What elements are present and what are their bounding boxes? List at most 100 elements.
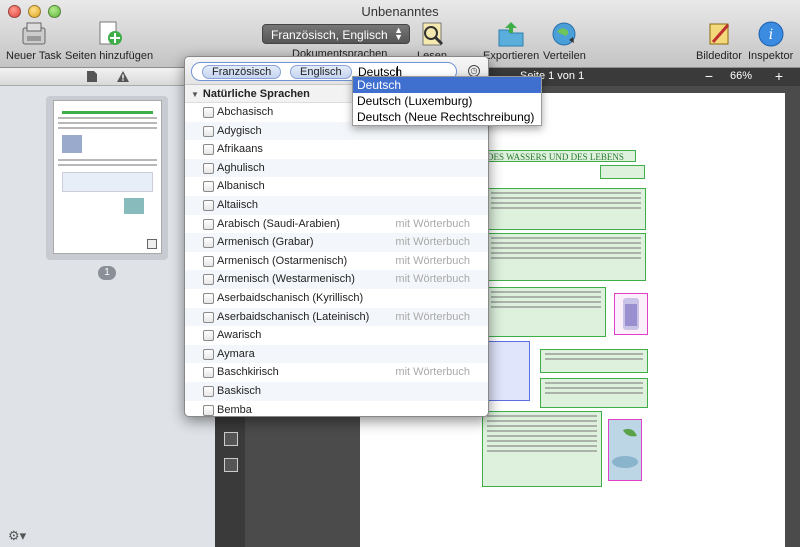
page-badge-icon	[147, 239, 157, 249]
language-autocomplete: Deutsch Deutsch (Luxemburg) Deutsch (Neue …	[352, 76, 542, 126]
language-row[interactable]: Baschkirisch mit Wörterbuch	[185, 363, 488, 382]
language-checkbox[interactable]	[203, 181, 214, 193]
language-name: Armenisch (Westarmenisch)	[217, 273, 355, 286]
language-checkbox[interactable]	[203, 311, 214, 323]
language-checkbox[interactable]	[203, 404, 214, 416]
minimize-window-button[interactable]	[28, 5, 41, 18]
window-title: Unbenanntes	[361, 4, 439, 19]
language-row[interactable]: Armenisch (Grabar) mit Wörterbuch	[185, 233, 488, 252]
language-row[interactable]: Armenisch (Ostarmenisch) mit Wörterbuch	[185, 252, 488, 271]
language-row[interactable]: Aymara	[185, 344, 488, 364]
zoom-level[interactable]: 66%	[730, 70, 752, 82]
share-icon	[549, 20, 579, 48]
export-icon	[496, 20, 526, 48]
language-row[interactable]: Albanisch	[185, 177, 488, 196]
language-row[interactable]: Baskisch	[185, 381, 488, 401]
gear-icon[interactable]: ⚙▾	[8, 528, 26, 544]
language-checkbox[interactable]	[203, 385, 214, 397]
image-editor-label: Bildeditor	[696, 50, 742, 62]
image-editor-button[interactable]: Bildeditor	[696, 20, 742, 62]
language-row[interactable]: Aghulisch	[185, 158, 488, 178]
language-name: Bemba	[217, 403, 252, 416]
add-pages-button[interactable]: Seiten hinzufügen	[65, 20, 153, 62]
page-heading: DES WASSERS UND DES LEBENS	[487, 152, 624, 162]
dictionary-label: mit Wörterbuch	[395, 254, 470, 267]
language-token-englisch[interactable]: Englisch	[290, 65, 352, 79]
language-name: Aserbaidschanisch (Kyrillisch)	[217, 291, 364, 304]
language-checkbox[interactable]	[203, 274, 214, 286]
text-zone[interactable]	[486, 188, 646, 230]
picture-zone[interactable]	[614, 293, 648, 335]
warning-icon[interactable]	[116, 70, 130, 86]
picture-zone[interactable]	[608, 419, 642, 481]
language-name: Armenisch (Ostarmenisch)	[217, 254, 348, 267]
sidebar-toolbar	[0, 68, 215, 86]
autocomplete-item[interactable]: Deutsch (Neue Rechtschreibung)	[353, 109, 541, 125]
new-task-button[interactable]: Neuer Task	[6, 20, 61, 62]
language-checkbox[interactable]	[203, 237, 214, 249]
document-language-value: Französisch, Englisch	[271, 28, 388, 42]
add-pages-label: Seiten hinzufügen	[65, 50, 154, 62]
language-name: Aghulisch	[217, 161, 265, 174]
zoom-out-button[interactable]: −	[700, 69, 718, 84]
language-checkbox[interactable]	[203, 144, 214, 156]
text-zone[interactable]	[540, 349, 648, 373]
language-checkbox[interactable]	[203, 255, 214, 267]
text-zone[interactable]	[486, 233, 646, 281]
table-tool-icon[interactable]	[224, 432, 238, 446]
close-window-button[interactable]	[8, 5, 21, 18]
language-row[interactable]: Bemba	[185, 401, 488, 417]
text-zone[interactable]	[540, 378, 648, 408]
document-language-select[interactable]: Französisch, Englisch ▲ ▼	[262, 24, 410, 44]
language-name: Abchasisch	[217, 106, 274, 118]
export-label: Exportieren	[483, 50, 540, 62]
image-editor-icon	[704, 20, 734, 48]
page-view-icon[interactable]	[86, 70, 98, 86]
autocomplete-item[interactable]: Deutsch (Luxemburg)	[353, 93, 541, 109]
select-arrows-icon: ▲ ▼	[394, 25, 403, 42]
language-checkbox[interactable]	[203, 199, 214, 211]
language-checkbox[interactable]	[203, 330, 214, 342]
inspector-label: Inspektor	[748, 50, 794, 62]
language-checkbox[interactable]	[203, 218, 214, 230]
language-checkbox[interactable]	[203, 292, 214, 304]
language-token-franzoesisch[interactable]: Französisch	[202, 65, 282, 79]
heading-zone[interactable]: DES WASSERS UND DES LEBENS	[486, 150, 636, 162]
text-zone[interactable]	[482, 411, 602, 487]
svg-text:i: i	[768, 27, 772, 43]
language-row[interactable]: Arabisch (Saudi-Arabien) mit Wörterbuch	[185, 215, 488, 234]
disclosure-triangle-icon[interactable]: ▼	[191, 86, 199, 104]
language-row[interactable]: Aserbaidschanisch (Kyrillisch)	[185, 289, 488, 308]
export-button[interactable]: Exportieren	[483, 20, 539, 62]
text-zone[interactable]	[486, 287, 606, 337]
page-number-badge: 1	[98, 266, 116, 280]
page-thumbnail[interactable]	[53, 100, 162, 254]
inspector-button[interactable]: i Inspektor	[748, 20, 793, 62]
language-name: Awarisch	[217, 329, 262, 342]
autocomplete-item[interactable]: Deutsch	[353, 77, 541, 93]
language-row[interactable]: Aserbaidschanisch (Lateinisch) mit Wörter…	[185, 307, 488, 327]
language-checkbox[interactable]	[203, 125, 214, 137]
language-row[interactable]: Altaiisch	[185, 195, 488, 215]
share-button[interactable]: Verteilen	[543, 20, 586, 62]
dictionary-label: mit Wörterbuch	[395, 273, 470, 286]
language-name: Altaiisch	[217, 198, 258, 211]
language-name: Baschkirisch	[217, 366, 279, 379]
table-zone[interactable]	[482, 341, 530, 401]
dictionary-label: mit Wörterbuch	[395, 310, 470, 323]
language-row[interactable]: Armenisch (Westarmenisch) mit Wörterbuch	[185, 270, 488, 289]
language-checkbox[interactable]	[203, 162, 214, 174]
language-checkbox[interactable]	[203, 107, 214, 118]
zoom-in-button[interactable]: +	[770, 69, 788, 84]
language-row[interactable]: Awarisch	[185, 326, 488, 345]
language-row[interactable]: Afrikaans	[185, 140, 488, 159]
language-name: Arabisch (Saudi-Arabien)	[217, 217, 340, 230]
caption-zone[interactable]	[600, 165, 645, 179]
dictionary-label: mit Wörterbuch	[395, 236, 470, 249]
grid-tool-icon[interactable]	[224, 458, 238, 472]
language-name: Albanisch	[217, 180, 265, 193]
zoom-window-button[interactable]	[48, 5, 61, 18]
language-checkbox[interactable]	[203, 348, 214, 360]
language-name: Afrikaans	[217, 143, 263, 156]
language-checkbox[interactable]	[203, 367, 214, 379]
